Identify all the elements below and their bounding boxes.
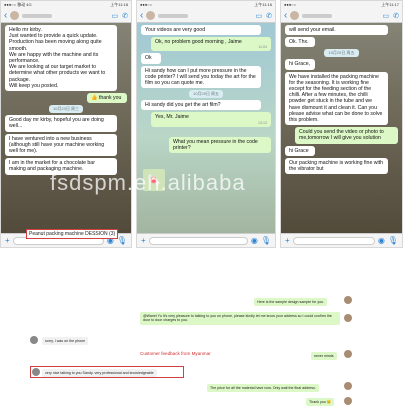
clock-text: 上午11:17 bbox=[381, 2, 399, 7]
avatar[interactable] bbox=[290, 11, 300, 20]
phone-icon[interactable]: ✆ bbox=[393, 12, 399, 20]
video-call-icon[interactable]: ▭ bbox=[112, 12, 119, 20]
message-bubble: Good day mr kirby, hopeful you are doing… bbox=[5, 115, 117, 132]
chat-panel-2: ●●●○○ 上午11:16 ‹ ▭ ✆ Your videos are very… bbox=[136, 0, 276, 248]
contact-name-blurred bbox=[22, 13, 53, 18]
chat-header: ‹ ▭ ✆ bbox=[137, 9, 275, 23]
message-time: 13:13 bbox=[258, 120, 267, 125]
video-call-icon[interactable]: ▭ bbox=[256, 12, 263, 20]
signal-icon: ●●●○○ bbox=[284, 2, 297, 7]
avatar[interactable] bbox=[10, 11, 20, 20]
message-bubble: Hi sandy did you get the art film? bbox=[141, 100, 261, 111]
message-bubble: Yes, Mr. Jaime 13:13 bbox=[151, 112, 271, 127]
message-bubble: hi Grace, bbox=[285, 59, 315, 70]
status-bar: ●●●○○ 上午11:17 bbox=[281, 1, 402, 9]
carrier-text: ●●●○○ 移动 4G bbox=[4, 2, 32, 7]
message-bubble: Here is the sample design sample for you… bbox=[254, 298, 328, 307]
contact-name-blurred bbox=[302, 13, 333, 18]
avatar[interactable] bbox=[30, 336, 38, 344]
status-bar: ●●●○○ 移动 4G 上午11:18 bbox=[1, 1, 131, 9]
message-bubble: sorry, I was on the phone bbox=[42, 337, 89, 346]
message-bubble: Ok. Thx. bbox=[285, 37, 315, 48]
status-bar: ●●●○○ 上午11:16 bbox=[137, 1, 275, 9]
date-chip: 10月23日 周三 bbox=[48, 105, 83, 114]
chat-header: ‹ ▭ ✆ bbox=[1, 9, 131, 23]
message-bubble: Hello mr kirby. Just wanted to provide a… bbox=[5, 25, 117, 92]
signal-icon: ●●●○○ bbox=[140, 2, 153, 7]
back-arrow-icon[interactable]: ‹ bbox=[140, 10, 143, 21]
chat-panel-3: ●●●○○ 上午11:17 ‹ ▭ ✆ will send your email… bbox=[280, 0, 403, 248]
message-bubble: Could you send the video or photo to me,… bbox=[295, 127, 398, 144]
message-bubble: very nice talking to you Sandy. very pro… bbox=[42, 369, 157, 378]
avatar[interactable] bbox=[344, 296, 352, 304]
back-arrow-icon[interactable]: ‹ bbox=[284, 10, 287, 21]
message-bubble: Ok bbox=[141, 53, 161, 64]
video-call-icon[interactable]: ▭ bbox=[383, 12, 390, 20]
message-bubble: @Wanel Yu It's very pleasure to talking … bbox=[140, 312, 340, 325]
avatar[interactable] bbox=[32, 368, 40, 376]
message-bubble: never minds bbox=[311, 352, 337, 361]
message-bubble: Thank you 😊 bbox=[306, 398, 335, 407]
message-bubble: What you mean pressure in the code print… bbox=[169, 136, 271, 154]
contact-name-blurred bbox=[158, 13, 189, 18]
message-bubble: will send your email. bbox=[285, 25, 388, 36]
message-bubble: The price for all the material have now.… bbox=[207, 384, 319, 393]
chat-panel-1: ●●●○○ 移动 4G 上午11:18 ‹ ▭ ✆ Hello mr kirby… bbox=[0, 0, 132, 248]
avatar[interactable] bbox=[344, 382, 352, 390]
avatar[interactable] bbox=[146, 11, 156, 20]
message-bubble: I have ventured into a new business (alt… bbox=[5, 133, 117, 157]
clock-text: 上午11:16 bbox=[254, 2, 272, 7]
avatar[interactable] bbox=[344, 350, 352, 358]
message-bubble: Ok, no problem good morning , Jaime 11:04 bbox=[151, 37, 271, 52]
clock-text: 上午11:18 bbox=[110, 2, 128, 7]
chat-header: ‹ ▭ ✆ bbox=[281, 9, 402, 23]
message-text: Yes, Mr. Jaime bbox=[155, 114, 189, 121]
message-bubble: hi Grace bbox=[285, 145, 315, 156]
feedback-label: Customer feedback from Myanmar bbox=[140, 351, 211, 356]
message-time: 11:04 bbox=[258, 45, 267, 50]
message-bubble: Hi sandy how can I put more pressure in … bbox=[141, 65, 261, 89]
message-bubble: Our packing machine is working fine with… bbox=[285, 157, 388, 175]
message-bubble: We have installed the packing machine fo… bbox=[285, 71, 388, 126]
whatsapp-conversation: Peanut packing machine DESSION (3) Here … bbox=[0, 226, 403, 411]
message-bubble: 👍 thank you bbox=[87, 93, 127, 104]
phone-icon[interactable]: ✆ bbox=[122, 12, 128, 20]
avatar[interactable] bbox=[344, 314, 352, 322]
phone-icon[interactable]: ✆ bbox=[266, 12, 272, 20]
date-chip: 10月25日 周五 bbox=[188, 90, 223, 99]
date-chip: 10月25日 周五 bbox=[324, 49, 359, 58]
back-arrow-icon[interactable]: ‹ bbox=[4, 10, 7, 21]
message-text: Ok, no problem good morning , Jaime bbox=[155, 39, 242, 46]
avatar[interactable] bbox=[344, 397, 352, 405]
watermark-text: fsdspm.en.alibaba bbox=[50, 170, 246, 195]
group-title: Peanut packing machine DESSION (3) bbox=[26, 229, 119, 239]
message-bubble: Your videos are very good bbox=[141, 25, 261, 36]
